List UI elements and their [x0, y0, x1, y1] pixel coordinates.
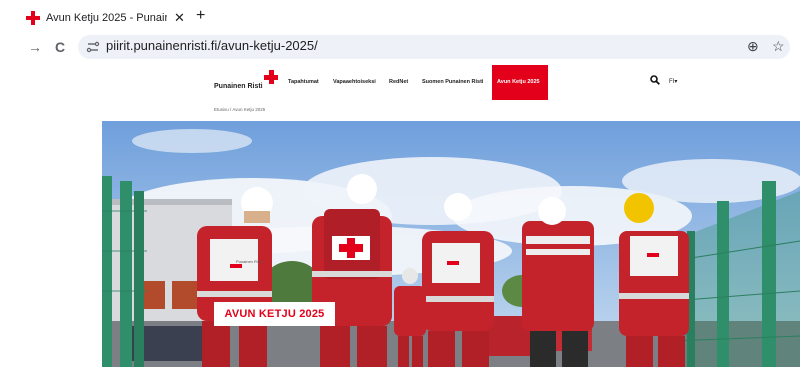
chevron-down-icon: ▾ [674, 79, 678, 85]
reload-icon[interactable]: C [55, 39, 65, 55]
url-text[interactable]: piirit.punainenristi.fi/avun-ketju-2025/ [106, 38, 318, 53]
breadcrumb-home-link[interactable]: Etusivu [214, 107, 229, 112]
new-tab-button[interactable]: + [196, 7, 205, 25]
nav-item-avun-ketju-label[interactable]: Avun Ketju 2025 [497, 79, 540, 85]
browser-tab[interactable]: Avun Ketju 2025 - Punainen Ris ✕ [20, 6, 192, 30]
breadcrumb-current: Avun Ketju 2025 [232, 107, 266, 112]
forward-arrow-icon[interactable]: → [28, 39, 42, 55]
red-cross-logo-icon[interactable] [264, 70, 278, 84]
nav-item-vapaaehtoiseksi[interactable]: Vapaaehtoiseksi [333, 79, 376, 85]
language-selector[interactable]: FI▾ [669, 78, 677, 85]
nav-item-rednet[interactable]: RedNet [389, 79, 408, 85]
nav-item-tapahtumat[interactable]: Tapahtumat [288, 79, 319, 85]
bookmark-star-icon[interactable]: ☆ [772, 38, 785, 55]
hero-image: Punainen Risti [102, 121, 800, 367]
breadcrumb: Etusivu / Avun Ketju 2025 [214, 107, 265, 112]
vest-label: Punainen Risti [236, 259, 262, 264]
tab-title: Avun Ketju 2025 - Punainen Ris [46, 12, 167, 24]
site-info-icon[interactable] [86, 40, 100, 54]
search-icon[interactable] [650, 75, 660, 85]
zoom-icon[interactable]: ⊕ [747, 38, 759, 55]
browser-tabstrip: Avun Ketju 2025 - Punainen Ris ✕ + [0, 0, 811, 34]
red-cross-favicon-icon [26, 11, 40, 25]
hero-title: AVUN KETJU 2025 [224, 308, 325, 320]
hero-photo-illustration: Punainen Risti [102, 121, 800, 367]
hero-title-box: AVUN KETJU 2025 [214, 302, 335, 326]
nav-item-suomen-punainen-risti[interactable]: Suomen Punainen Risti [422, 79, 483, 85]
tab-close-icon[interactable]: ✕ [173, 10, 186, 26]
site-logo-text[interactable]: Punainen Risti [214, 83, 263, 90]
